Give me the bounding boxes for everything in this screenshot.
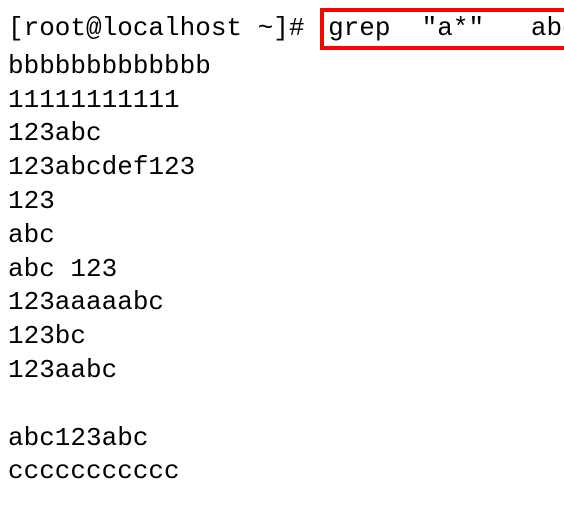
- output-line: ccccccccccc: [8, 455, 556, 489]
- output-line: 123aaaaabc: [8, 286, 556, 320]
- output-line: 11111111111: [8, 84, 556, 118]
- output-line: bbbbbbbbbbbbb: [8, 50, 556, 84]
- terminal-output: bbbbbbbbbbbbb11111111111123abc123abcdef1…: [8, 50, 556, 489]
- command-text: grep "a*" abc: [328, 13, 564, 43]
- output-line: 123abc: [8, 117, 556, 151]
- command-prompt-line[interactable]: [root@localhost ~]# grep "a*" abc: [8, 8, 556, 50]
- output-line: abc 123: [8, 253, 556, 287]
- output-line: [8, 388, 556, 422]
- highlighted-command-box: grep "a*" abc: [320, 8, 564, 50]
- output-line: abc: [8, 219, 556, 253]
- output-line: 123bc: [8, 320, 556, 354]
- output-line: 123abcdef123: [8, 151, 556, 185]
- output-line: 123aabc: [8, 354, 556, 388]
- output-line: abc123abc: [8, 422, 556, 456]
- prompt-prefix: [root@localhost ~]#: [8, 12, 320, 46]
- output-line: 123: [8, 185, 556, 219]
